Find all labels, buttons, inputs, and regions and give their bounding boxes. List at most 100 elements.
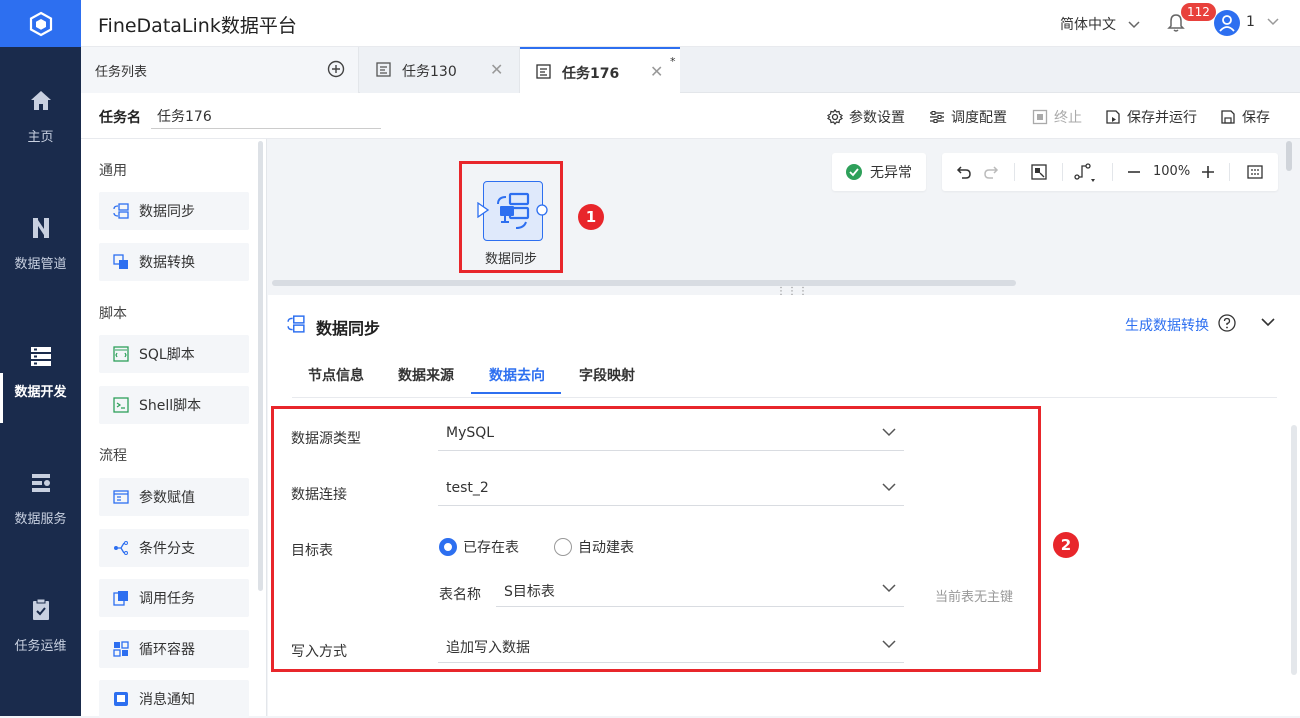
input-port-icon[interactable] xyxy=(477,202,489,218)
task-list-header: 任务列表 xyxy=(81,47,359,93)
nav-item-dev[interactable]: 数据开发 xyxy=(0,343,81,443)
flow-canvas[interactable]: 数据同步 1 无异常 100% ⋮⋮⋮ xyxy=(268,139,1300,297)
sliders-icon xyxy=(930,111,944,123)
output-port-icon[interactable] xyxy=(536,204,548,216)
nav-label: 数据服务 xyxy=(14,512,67,527)
write-mode-label: 写入方式 xyxy=(291,644,347,660)
active-tab-indicator xyxy=(471,392,561,394)
source-type-select[interactable]: MySQL xyxy=(438,419,904,451)
palette-section-title: 脚本 xyxy=(99,306,127,322)
chevron-down-icon xyxy=(882,640,896,649)
nav-item-home[interactable]: 主页 xyxy=(0,88,81,188)
logo-icon xyxy=(29,11,52,36)
save-and-run-button[interactable]: 保存并运行 xyxy=(1105,107,1197,127)
panel-title: 数据同步 xyxy=(316,319,381,338)
nav-label: 任务运维 xyxy=(14,639,67,654)
tab-field-mapping[interactable]: 字段映射 xyxy=(579,365,635,385)
close-icon[interactable]: ✕ xyxy=(650,62,663,81)
check-circle-icon xyxy=(846,164,862,180)
palette-item-data-sync[interactable]: 数据同步 xyxy=(99,192,249,230)
canvas-vertical-scrollbar[interactable] xyxy=(1286,141,1292,171)
radio-auto-create[interactable]: 自动建表 xyxy=(554,537,634,557)
layout-icon[interactable] xyxy=(1074,163,1096,183)
zoom-in-icon[interactable] xyxy=(1201,165,1215,179)
target-table-label: 目标表 xyxy=(291,543,333,559)
panel-scrollbar[interactable] xyxy=(1291,425,1297,675)
tool-label: 保存 xyxy=(1242,110,1270,126)
user-menu[interactable]: 1 xyxy=(1246,14,1279,30)
nav-item-pipeline[interactable]: 数据管道 xyxy=(0,215,81,315)
write-mode-select[interactable]: 追加写入数据 xyxy=(438,631,904,663)
palette-item-param-assign[interactable]: 参数赋值 xyxy=(99,478,249,516)
nav-item-ops[interactable]: 任务运维 xyxy=(0,597,81,697)
app-title: FineDataLink数据平台 xyxy=(98,15,297,37)
data-sync-icon xyxy=(287,315,305,333)
service-icon xyxy=(31,474,50,492)
notification-badge: 112 xyxy=(1181,3,1216,21)
save-button[interactable]: 保存 xyxy=(1220,107,1270,127)
schedule-config-button[interactable]: 调度配置 xyxy=(929,107,1007,127)
chevron-down-icon xyxy=(1267,18,1279,26)
task-name-input[interactable]: 任务176 xyxy=(151,103,381,129)
language-selector[interactable]: 简体中文 xyxy=(1060,14,1140,34)
palette-item-loop-container[interactable]: 循环容器 xyxy=(99,630,249,668)
canvas-toolbar: 100% xyxy=(942,153,1278,191)
avatar[interactable] xyxy=(1214,10,1240,36)
keyboard-icon[interactable] xyxy=(1247,165,1263,179)
tab-task176[interactable]: 任务176 ✕ * xyxy=(520,47,680,93)
tool-label: 终止 xyxy=(1054,110,1082,126)
tab-label: 任务176 xyxy=(562,66,620,82)
task-name-label: 任务名 xyxy=(99,110,141,126)
sql-icon xyxy=(113,346,129,362)
palette-item-call-task[interactable]: 调用任务 xyxy=(99,579,249,617)
connection-value: test_2 xyxy=(446,480,489,496)
undo-icon[interactable] xyxy=(956,164,972,180)
palette-item-shell-script[interactable]: Shell脚本 xyxy=(99,386,249,424)
zoom-out-icon[interactable] xyxy=(1127,165,1141,179)
task-file-icon xyxy=(376,62,391,77)
task-list-label: 任务列表 xyxy=(95,65,148,80)
table-name-select[interactable]: S目标表 xyxy=(496,575,904,607)
add-task-icon[interactable] xyxy=(327,60,345,78)
user-icon xyxy=(1219,15,1235,32)
tab-node-info[interactable]: 节点信息 xyxy=(308,365,364,385)
generate-transform-link[interactable]: 生成数据转换 xyxy=(1125,315,1209,335)
data-transform-icon xyxy=(113,254,128,269)
collapse-chevron-icon[interactable] xyxy=(1261,317,1275,327)
palette-scrollbar[interactable] xyxy=(258,141,263,591)
redo-icon[interactable] xyxy=(983,164,999,180)
tab-data-source[interactable]: 数据来源 xyxy=(398,365,454,385)
help-icon[interactable] xyxy=(1218,314,1236,332)
marker-2: 2 xyxy=(1053,532,1079,558)
param-settings-button[interactable]: 参数设置 xyxy=(827,107,905,127)
chevron-down-icon xyxy=(1128,21,1140,29)
palette-item-message-notify[interactable]: 消息通知 xyxy=(99,680,249,718)
palette-item-label: 数据转换 xyxy=(139,255,195,271)
canvas-horizontal-scrollbar[interactable] xyxy=(272,280,1016,286)
app-logo[interactable] xyxy=(0,0,81,47)
tab-data-destination[interactable]: 数据去向 xyxy=(489,365,545,385)
shell-icon xyxy=(113,397,129,413)
stop-button[interactable]: 终止 xyxy=(1032,107,1082,127)
task-tab-bar: 任务列表 任务130 ✕ 任务176 ✕ * xyxy=(81,47,1300,93)
palette-item-condition-branch[interactable]: 条件分支 xyxy=(99,529,249,567)
data-sync-node[interactable] xyxy=(483,181,543,241)
radio-existing-table[interactable]: 已存在表 xyxy=(439,537,519,557)
source-type-value: MySQL xyxy=(446,425,495,441)
source-type-label: 数据源类型 xyxy=(291,431,361,447)
palette-item-sql-script[interactable]: SQL脚本 xyxy=(99,335,249,373)
tab-task130[interactable]: 任务130 ✕ xyxy=(360,47,520,93)
nav-item-service[interactable]: 数据服务 xyxy=(0,470,81,570)
tab-label: 任务130 xyxy=(402,64,457,80)
radio-selected-icon xyxy=(439,538,457,556)
modified-marker: * xyxy=(670,55,676,68)
palette-item-data-transform[interactable]: 数据转换 xyxy=(99,243,249,281)
palette-item-label: 循环容器 xyxy=(139,642,195,658)
close-icon[interactable]: ✕ xyxy=(490,60,503,79)
table-name-value: S目标表 xyxy=(504,584,555,600)
dev-icon xyxy=(30,347,51,366)
tool-label: 保存并运行 xyxy=(1127,110,1197,126)
tool-label: 参数设置 xyxy=(849,110,905,126)
connection-select[interactable]: test_2 xyxy=(438,474,904,506)
fit-view-icon[interactable] xyxy=(1031,164,1047,180)
